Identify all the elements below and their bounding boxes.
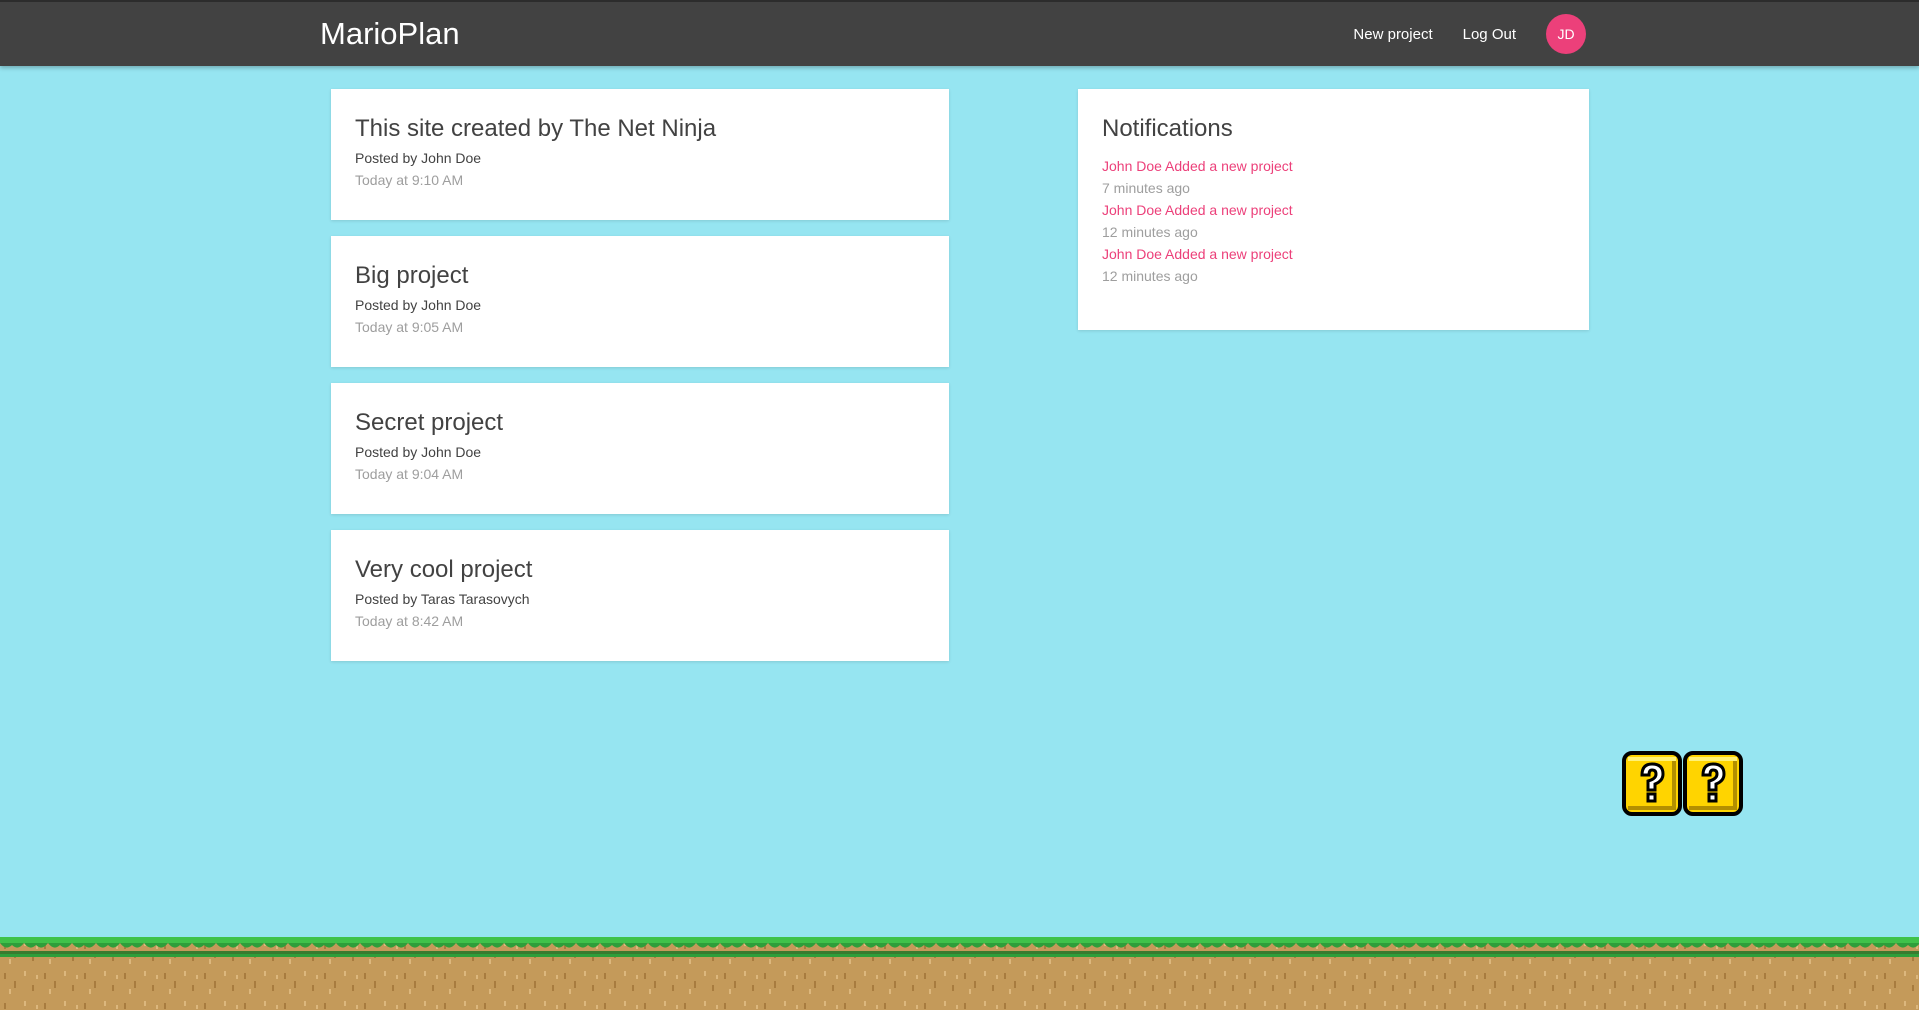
avatar[interactable]: JD bbox=[1546, 14, 1586, 54]
notification-item: John Doe Added a new project 12 minutes … bbox=[1102, 199, 1565, 243]
project-card[interactable]: Very cool project Posted by Taras Taraso… bbox=[331, 530, 949, 661]
project-author: Posted by John Doe bbox=[355, 150, 482, 166]
project-date: Today at 9:10 AM bbox=[355, 172, 464, 188]
project-title: Big project bbox=[355, 262, 469, 289]
new-project-link[interactable]: New project bbox=[1353, 26, 1432, 43]
notification-item: John Doe Added a new project 12 minutes … bbox=[1102, 243, 1565, 287]
navbar: MarioPlan New project Log Out JD bbox=[0, 0, 1919, 66]
question-block-icon[interactable] bbox=[1683, 751, 1743, 816]
log-out-link[interactable]: Log Out bbox=[1463, 26, 1516, 43]
notifications-title: Notifications bbox=[1102, 115, 1233, 142]
notification-text[interactable]: John Doe Added a new project bbox=[1102, 155, 1565, 177]
nav-links: New project Log Out JD bbox=[1323, 14, 1586, 54]
notification-time: 12 minutes ago bbox=[1102, 224, 1198, 240]
project-card[interactable]: This site created by The Net Ninja Poste… bbox=[331, 89, 949, 220]
notification-item: John Doe Added a new project 7 minutes a… bbox=[1102, 155, 1565, 199]
project-date: Today at 9:04 AM bbox=[355, 466, 464, 482]
project-author: Posted by Taras Tarasovych bbox=[355, 591, 530, 607]
project-title: Secret project bbox=[355, 409, 504, 436]
project-card[interactable]: Secret project Posted by John Doe Today … bbox=[331, 383, 949, 514]
project-author: Posted by John Doe bbox=[355, 297, 482, 313]
notifications-panel: Notifications John Doe Added a new proje… bbox=[1078, 89, 1589, 330]
question-blocks bbox=[1622, 751, 1744, 816]
project-card[interactable]: Big project Posted by John Doe Today at … bbox=[331, 236, 949, 367]
brand-logo[interactable]: MarioPlan bbox=[320, 14, 460, 54]
project-title: This site created by The Net Ninja bbox=[355, 115, 717, 142]
project-list: This site created by The Net Ninja Poste… bbox=[331, 89, 949, 677]
notification-time: 7 minutes ago bbox=[1102, 180, 1190, 196]
notification-time: 12 minutes ago bbox=[1102, 268, 1198, 284]
project-author: Posted by John Doe bbox=[355, 444, 482, 460]
project-date: Today at 9:05 AM bbox=[355, 319, 464, 335]
notification-text[interactable]: John Doe Added a new project bbox=[1102, 243, 1565, 265]
notification-text[interactable]: John Doe Added a new project bbox=[1102, 199, 1565, 221]
question-block-icon[interactable] bbox=[1622, 751, 1682, 816]
grass-ground bbox=[0, 937, 1919, 1010]
project-title: Very cool project bbox=[355, 556, 533, 583]
project-date: Today at 8:42 AM bbox=[355, 613, 464, 629]
